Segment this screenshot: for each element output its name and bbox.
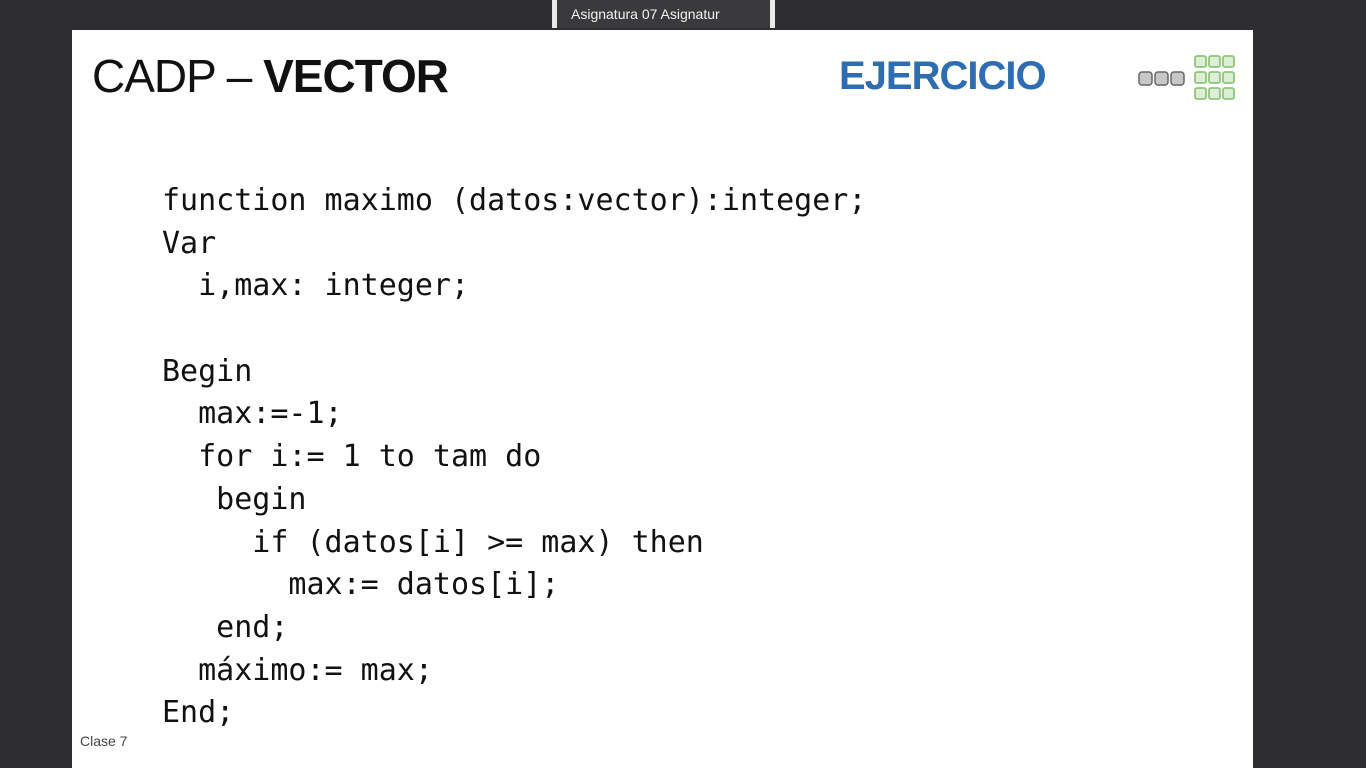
shared-window-tab[interactable]: Asignatura 07 Asignatur — [552, 0, 775, 28]
section-label: EJERCICIO — [839, 54, 1047, 98]
slide-title: CADP – VECTOR — [92, 50, 449, 102]
code-line: end; — [162, 609, 289, 645]
grid-logo-icon — [1138, 55, 1235, 100]
slide-title-prefix: CADP – — [92, 50, 264, 102]
slide-title-strong: VECTOR — [263, 50, 449, 102]
code-line: máximo:= max; — [162, 652, 433, 688]
shared-window-title: Asignatura 07 Asignatur — [571, 6, 720, 22]
presentation-slide: CADP – VECTOR EJERCICIO function maximo … — [72, 30, 1253, 768]
pascal-code-block: function maximo (datos:vector):integer; V… — [162, 180, 1062, 735]
code-line: max:=-1; — [162, 396, 343, 432]
code-line: for i:= 1 to tam do — [162, 439, 542, 475]
code-line: i,max: integer; — [162, 268, 470, 304]
code-line: function maximo (datos:vector):integer; — [162, 183, 867, 218]
slide-footer-label: Clase 7 — [80, 733, 128, 749]
code-line: if (datos[i] >= max) then — [162, 524, 704, 560]
code-line: max:= datos[i]; — [162, 567, 560, 603]
code-line: Var — [162, 225, 217, 261]
code-line: End; — [162, 695, 235, 731]
screen-share-view: Asignatura 07 Asignatur CADP – VECTOR EJ… — [0, 0, 1366, 768]
code-line: begin — [162, 481, 307, 517]
code-line: Begin — [162, 353, 253, 389]
